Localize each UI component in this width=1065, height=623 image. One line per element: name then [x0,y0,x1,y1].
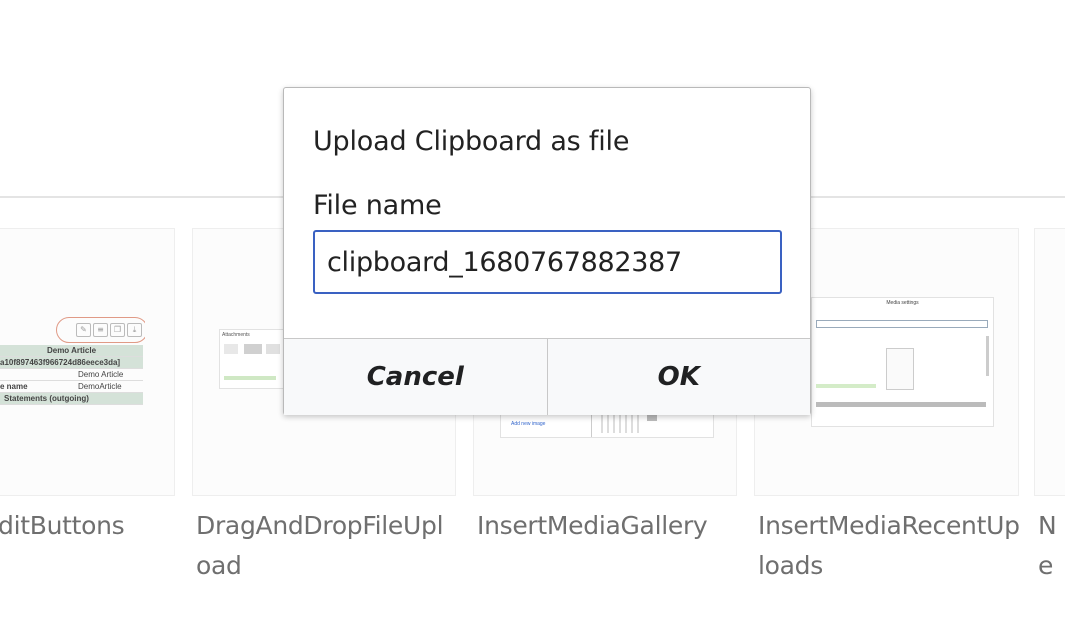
card-caption[interactable]: InsertMediaGallery [477,506,708,546]
pencil-icon: ✎ [76,323,91,337]
upload-clipboard-dialog: Upload Clipboard as file File name Cance… [283,87,811,415]
popup-menu [886,348,914,390]
ok-button[interactable]: OK [548,339,811,415]
gallery-card-next[interactable] [1034,228,1065,496]
file-name-label: File name [313,190,442,221]
thumbnail-title: Media settings [886,300,919,306]
card-caption[interactable]: InsertMediaRecentUploads [758,506,1020,586]
gallery-card-editbuttons[interactable]: ✎ ≡ ❐ ⤓ Demo Article a10f897463f966724d8… [0,228,175,496]
card-caption[interactable]: Ne [1038,506,1065,586]
image-grid [601,413,641,433]
table-id: a10f897463f966724d86eece3da] [0,357,143,369]
table-row: e name DemoArticle [0,381,143,393]
add-image-link: Add new image [511,421,546,427]
table-title: Demo Article [0,345,143,357]
cancel-button[interactable]: Cancel [284,339,548,415]
success-bar [224,376,276,380]
progress-bar [816,384,876,388]
thumbnail-image: ✎ ≡ ❐ ⤓ Demo Article a10f897463f966724d8… [0,317,145,405]
thumbnail-image: Attachments [219,329,287,389]
table-cell: Demo Article [78,370,124,379]
thumbnail-heading: Attachments [222,332,250,338]
table-cell: e name [0,382,28,391]
file-thumb [224,344,238,354]
dialog-title: Upload Clipboard as file [313,126,630,157]
search-box [816,320,988,328]
card-caption[interactable]: ditButtons [0,506,125,546]
file-thumb [244,344,262,354]
dialog-button-bar: Cancel OK [284,338,810,415]
table-section: Statements (outgoing) [0,393,143,405]
thumbnail-image: Media settings [811,297,994,427]
table-cell: DemoArticle [78,382,122,391]
card-caption[interactable]: DragAndDropFileUpload [196,506,458,586]
list-icon: ≡ [93,323,108,337]
demo-table: Demo Article a10f897463f966724d86eece3da… [0,345,143,405]
footer-bar [816,402,986,407]
scrollbar [986,336,989,376]
file-thumb [266,344,280,354]
file-name-input[interactable] [313,230,782,294]
copy-icon: ❐ [110,323,125,337]
download-icon: ⤓ [127,323,142,337]
table-row: Demo Article [0,369,143,381]
